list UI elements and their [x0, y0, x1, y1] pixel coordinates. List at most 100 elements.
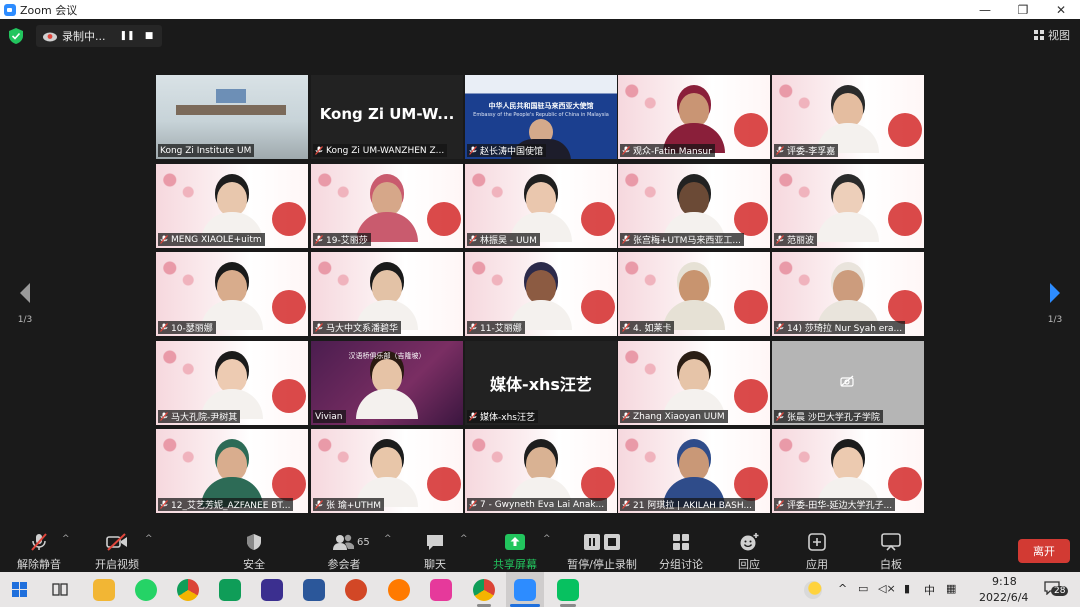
cherry-blossom-decor — [156, 341, 202, 381]
participant-tile[interactable]: 媒体-xhs汪艺 媒体-xhs汪艺 — [465, 341, 617, 425]
participant-tile[interactable]: 张晨 沙巴大学孔子学院 — [772, 341, 924, 425]
stop-recording-button[interactable]: ■ — [140, 27, 158, 45]
chrome-icon[interactable] — [177, 579, 199, 601]
page-count-left: 1/3 — [17, 315, 33, 325]
whatsapp-icon[interactable] — [135, 579, 157, 601]
zoom-taskbar-icon[interactable] — [514, 579, 536, 601]
snipping-tool-icon[interactable] — [430, 579, 452, 601]
chat-options-caret[interactable]: ^ — [460, 534, 468, 544]
reactions-button[interactable]: 回应 — [714, 532, 784, 572]
participant-name: MENG XIAOLE+uitm — [171, 234, 262, 245]
participant-tile[interactable]: MENG XIAOLE+uitm — [156, 164, 308, 248]
share-screen-icon — [505, 534, 525, 550]
meet-icon[interactable] — [219, 579, 241, 601]
volume-icon[interactable]: ◁× — [878, 582, 896, 595]
tray-expand-caret[interactable]: ^ — [838, 582, 847, 595]
video-options-caret[interactable]: ^ — [145, 534, 153, 544]
leave-meeting-button[interactable]: 离开 — [1018, 539, 1070, 563]
pause-stop-recording-button[interactable]: 暂停/停止录制 — [562, 532, 642, 572]
apps-button[interactable]: 应用 — [782, 532, 852, 572]
next-page-button[interactable]: 1/3 — [1044, 281, 1066, 325]
muted-mic-icon — [622, 235, 630, 244]
participant-tile[interactable]: Zhang Xiaoyan UUM — [618, 341, 770, 425]
participant-tile[interactable]: 评委-田华-延边大学孔子... — [772, 429, 924, 513]
participant-tile[interactable]: 21 阿琪拉 | AKILAH BASH... — [618, 429, 770, 513]
participant-tile[interactable]: 评委-李孚嘉 — [772, 75, 924, 159]
clock-time[interactable]: 9:18 — [992, 575, 1017, 588]
weather-icon[interactable] — [804, 581, 822, 599]
participant-tile[interactable]: 马大孔院-尹树其 — [156, 341, 308, 425]
chevron-left-icon — [20, 283, 30, 303]
participant-name-bar: 林振昊 - UUM — [467, 233, 540, 246]
participant-tile[interactable]: Kong Zi Institute UM — [156, 75, 308, 159]
participant-name-bar: MENG XIAOLE+uitm — [158, 233, 265, 246]
ime-mode-icon[interactable]: ▦ — [946, 582, 956, 595]
clock-date[interactable]: 2022/6/4 — [979, 591, 1028, 604]
audio-options-caret[interactable]: ^ — [62, 534, 70, 544]
wechat-icon[interactable] — [557, 579, 579, 601]
participant-tile[interactable]: 范丽波 — [772, 164, 924, 248]
maximize-button[interactable]: ❐ — [1004, 0, 1042, 19]
video-off-icon — [106, 533, 127, 551]
muted-mic-icon — [622, 146, 630, 155]
participant-tile[interactable]: 11-艾丽娜 — [465, 252, 617, 336]
battery-icon[interactable]: ▮ — [904, 582, 910, 595]
app-purple-icon[interactable] — [261, 579, 283, 601]
participant-tile[interactable]: 张 瑜+UTHM — [311, 429, 463, 513]
muted-mic-icon — [776, 323, 784, 332]
participant-tile[interactable]: 汉语桥俱乐部（吉隆坡） Vivian — [311, 341, 463, 425]
participant-tile[interactable]: 马大中文系潘碧华 — [311, 252, 463, 336]
view-button[interactable]: 视图 — [1034, 27, 1070, 43]
red-sun-decor — [888, 290, 922, 324]
participant-tile[interactable]: 14) 莎琦拉 Nur Syah era... — [772, 252, 924, 336]
security-button[interactable]: 安全 — [219, 532, 289, 572]
participant-name: 21 阿琪拉 | AKILAH BASH... — [633, 501, 753, 511]
breakout-rooms-label: 分组讨论 — [659, 558, 703, 571]
participants-label: 参会者 — [327, 558, 361, 571]
participant-tile[interactable]: 19-艾丽莎 — [311, 164, 463, 248]
media-player-icon[interactable] — [388, 579, 410, 601]
camera-off-icon — [840, 375, 854, 387]
participant-name-bar: 马大中文系潘碧华 — [313, 321, 402, 334]
muted-mic-icon — [160, 500, 168, 509]
participant-name-bar: 7 - Gwyneth Eva Lai Anak... — [467, 498, 608, 511]
powerpoint-icon[interactable] — [345, 579, 367, 601]
share-options-caret[interactable]: ^ — [543, 534, 551, 544]
participant-name-bar: 21 阿琪拉 | AKILAH BASH... — [620, 498, 756, 511]
breakout-rooms-button[interactable]: 分组讨论 — [646, 532, 716, 572]
network-icon[interactable]: ▭ — [858, 582, 868, 595]
file-explorer-icon[interactable] — [93, 579, 115, 601]
whiteboard-button[interactable]: 白板 — [856, 532, 926, 572]
notification-center-button[interactable]: 28 — [1044, 580, 1069, 600]
participant-tile[interactable]: 4. 如莱卡 — [618, 252, 770, 336]
ime-indicator[interactable]: 中 — [924, 582, 935, 598]
cherry-blossom-decor — [156, 164, 202, 204]
pause-recording-button[interactable]: ❚❚ — [118, 27, 136, 45]
security-shield-icon[interactable] — [9, 28, 23, 44]
participant-name-bar: 10-瑟丽娜 — [158, 321, 216, 334]
muted-mic-icon — [622, 500, 630, 509]
participant-tile[interactable]: 中华人民共和国驻马来西亚大使馆 Embassy of the People's R… — [465, 75, 617, 159]
minimize-button[interactable]: — — [966, 0, 1004, 19]
close-button[interactable]: ✕ — [1042, 0, 1080, 19]
participants-options-caret[interactable]: ^ — [384, 534, 392, 544]
participant-tile[interactable]: 张宫梅+UTM马来西亚工... — [618, 164, 770, 248]
word-icon[interactable] — [303, 579, 325, 601]
windows-start-icon[interactable] — [12, 582, 27, 597]
previous-page-button[interactable]: 1/3 — [14, 281, 36, 325]
chrome-profile-icon[interactable] — [473, 579, 495, 601]
muted-mic-icon — [776, 412, 784, 421]
participant-tile[interactable]: Kong Zi UM-W... Kong Zi UM-WANZHEN Z... — [311, 75, 463, 159]
recording-indicator[interactable]: 录制中... ❚❚ ■ — [36, 25, 162, 47]
participant-tile[interactable]: 7 - Gwyneth Eva Lai Anak... — [465, 429, 617, 513]
start-video-button[interactable]: 开启视频 — [82, 532, 152, 572]
participant-tile[interactable]: 林振昊 - UUM — [465, 164, 617, 248]
participant-tile[interactable]: 观众-Fatin Mansur — [618, 75, 770, 159]
chat-bubble-icon — [427, 535, 443, 550]
cherry-blossom-decor — [772, 164, 818, 204]
muted-mic-icon — [469, 412, 477, 421]
share-screen-button[interactable]: 共享屏幕 — [480, 532, 550, 572]
task-view-icon[interactable] — [52, 582, 68, 597]
participant-tile[interactable]: 12_艾艺芳妮_AZFANEE BT... — [156, 429, 308, 513]
participant-tile[interactable]: 10-瑟丽娜 — [156, 252, 308, 336]
